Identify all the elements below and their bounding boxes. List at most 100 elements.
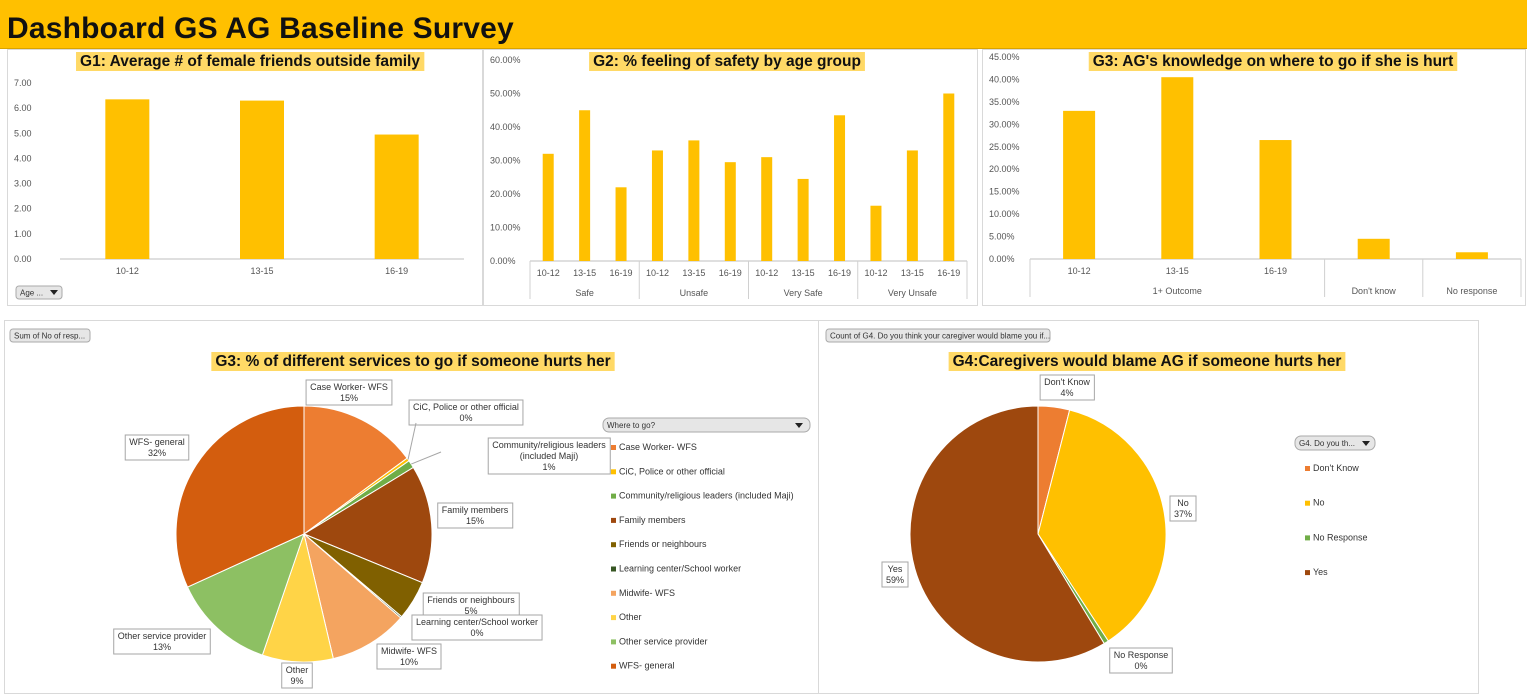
- g3-pie-data-label-text: 10%: [400, 657, 418, 667]
- chart-g4-panel: Count of G4. Do you think your caregiver…: [818, 320, 1479, 694]
- g3-bar: [1259, 140, 1292, 259]
- g2-x-tick: 13-15: [792, 268, 815, 278]
- g2-title: G2: % feeling of safety by age group: [593, 53, 861, 70]
- g3-y-tick: 30.00%: [989, 119, 1020, 129]
- g3-pie-legend-swatch: [611, 445, 616, 450]
- g3-pie-legend-label: Other service provider: [619, 636, 708, 646]
- g3-pie-data-label-text: CiC, Police or other official: [413, 402, 519, 412]
- g3-pie-data-label: Friends or neighbours5%: [422, 592, 520, 619]
- g3-pie-data-label-text: Midwife- WFS: [381, 646, 437, 656]
- g2-x-tick: 16-19: [937, 268, 960, 278]
- g3-pie-legend-label: Midwife- WFS: [619, 588, 675, 598]
- g3-pie-data-label-text: Community/religious leaders: [492, 440, 606, 450]
- g2-x-tick: 10-12: [646, 268, 669, 278]
- dashboard-banner: Dashboard GS AG Baseline Survey: [0, 0, 1527, 49]
- dashboard-title: Dashboard GS AG Baseline Survey: [7, 12, 514, 45]
- g3-y-tick: 15.00%: [989, 187, 1020, 197]
- g3-y-tick: 40.00%: [989, 74, 1020, 84]
- g3-y-tick: 0.00%: [989, 254, 1015, 264]
- g2-group-label: Unsafe: [680, 288, 709, 298]
- g3-pie-legend-label: CiC, Police or other official: [619, 466, 725, 476]
- chart-g2: G2: % feeling of safety by age group 0.00…: [490, 52, 968, 299]
- g4-pie-legend-label: Yes: [1313, 567, 1328, 577]
- g3-pie-data-label: Other9%: [281, 662, 313, 689]
- g4-pie-data-label-text: 59%: [886, 575, 904, 585]
- g2-x-tick: 13-15: [901, 268, 924, 278]
- g3-pie-data-label-text: 0%: [470, 628, 483, 638]
- g4-pie-field-button[interactable]: Count of G4. Do you think your caregiver…: [825, 328, 1051, 343]
- g3-x-tick: 16-19: [1264, 266, 1287, 276]
- g2-x-tick: 16-19: [719, 268, 742, 278]
- g3-pie-field-button[interactable]: Sum of No of resp...: [9, 328, 91, 343]
- chart-g3-knowledge-panel: G3: AG's knowledge on where to go if she…: [982, 49, 1526, 306]
- g3-pie-data-label-text: 15%: [466, 516, 484, 526]
- g2-x-tick: 13-15: [573, 268, 596, 278]
- g1-x-tick: 10-12: [116, 266, 139, 276]
- g4-pie-legend-label: No Response: [1313, 532, 1368, 542]
- g2-group-label: Very Unsafe: [888, 288, 937, 298]
- g4-pie-data-label-text: 0%: [1134, 661, 1147, 671]
- g3-pie-data-label: Community/religious leaders(included Maj…: [487, 437, 611, 475]
- g4-filter-label: G4. Do you th...: [1299, 439, 1355, 448]
- g4-pie-legend-swatch: [1305, 570, 1310, 576]
- g1-y-tick: 1.00: [14, 229, 32, 239]
- g3-pie-legend-label: Community/religious leaders (included Ma…: [619, 491, 794, 501]
- g3-pie-data-label: Learning center/School worker0%: [411, 614, 543, 641]
- g2-group-label: Very Safe: [784, 288, 823, 298]
- g2-bar: [651, 150, 663, 261]
- g2-bar: [906, 150, 918, 261]
- g3-pie-legend-label: Family members: [619, 515, 686, 525]
- g3-pie-data-label-text: 0%: [459, 413, 472, 423]
- g4-pie-data-label-text: 4%: [1060, 388, 1073, 398]
- g3-x-tick: 10-12: [1068, 266, 1091, 276]
- g3-pie-legend-label: Case Worker- WFS: [619, 442, 697, 452]
- g1-y-tick: 7.00: [14, 78, 32, 88]
- g1-y-tick: 0.00: [14, 254, 32, 264]
- g3-pie-data-label-text: Other service provider: [118, 631, 207, 641]
- g3-pie-legend-label: WFS- general: [619, 661, 675, 671]
- g4-pie-data-label: Don't Know4%: [1039, 374, 1095, 401]
- g3-pie-data-label-text: Other: [286, 665, 309, 675]
- g4-pie-data-label: No Response0%: [1109, 647, 1173, 674]
- g3-pie-leader-line: [407, 422, 417, 460]
- g2-y-tick: 40.00%: [490, 122, 521, 132]
- g3-pie-data-label: Family members15%: [437, 502, 514, 529]
- g2-y-tick: 60.00%: [490, 55, 521, 65]
- g3-pie-legend-swatch: [611, 590, 616, 596]
- g4-pie-legend-swatch: [1305, 535, 1310, 541]
- g2-bar: [579, 110, 591, 261]
- g3-bar: [1357, 238, 1390, 259]
- g2-x-tick: 10-12: [864, 268, 887, 278]
- g3-pie-data-label-text: WFS- general: [129, 437, 185, 447]
- g3-pie-legend-label: Other: [619, 612, 642, 622]
- g2-y-tick: 30.00%: [490, 156, 521, 166]
- g2-bar: [542, 153, 554, 261]
- g3-pie-data-label: Midwife- WFS10%: [376, 643, 442, 670]
- where-to-go-filter-label: Where to go?: [607, 421, 656, 430]
- g3-pie-data-label-text: 9%: [290, 676, 303, 686]
- g1-bar: [240, 100, 284, 259]
- g3-y-tick: 45.00%: [989, 52, 1020, 62]
- g2-bar: [724, 162, 736, 261]
- g3-pie-legend-label: Friends or neighbours: [619, 539, 707, 549]
- g2-y-tick: 0.00%: [490, 256, 516, 266]
- g1-age-filter[interactable]: Age ...: [15, 285, 63, 300]
- g3-pie-data-label: CiC, Police or other official0%: [408, 399, 524, 426]
- g1-y-tick: 5.00: [14, 128, 32, 138]
- g1-bar: [105, 99, 150, 259]
- chart-g4: Count of G4. Do you think your caregiver…: [825, 328, 1376, 674]
- chart-g1: G1: Average # of female friends outside …: [14, 52, 464, 300]
- g3-pie-field-button-label: Sum of No of resp...: [14, 332, 85, 341]
- g1-x-tick: 16-19: [385, 266, 408, 276]
- g3-pie-data-label-text: 13%: [153, 642, 171, 652]
- g3-y-tick: 5.00%: [989, 232, 1015, 242]
- g4-pie-data-label-text: No: [1177, 498, 1189, 508]
- chart-g2-panel: G2: % feeling of safety by age group 0.00…: [483, 49, 978, 306]
- g3-pie-data-label-text: Case Worker- WFS: [310, 382, 388, 392]
- g4-pie-data-label: Yes59%: [881, 561, 909, 588]
- g2-bar: [761, 157, 773, 261]
- g4-pie-title: G4:Caregivers would blame AG if someone …: [953, 353, 1342, 370]
- g4-pie-legend-label: Don't Know: [1313, 463, 1359, 473]
- g3-pie-data-label-text: 32%: [148, 448, 166, 458]
- g3-y-tick: 10.00%: [989, 209, 1020, 219]
